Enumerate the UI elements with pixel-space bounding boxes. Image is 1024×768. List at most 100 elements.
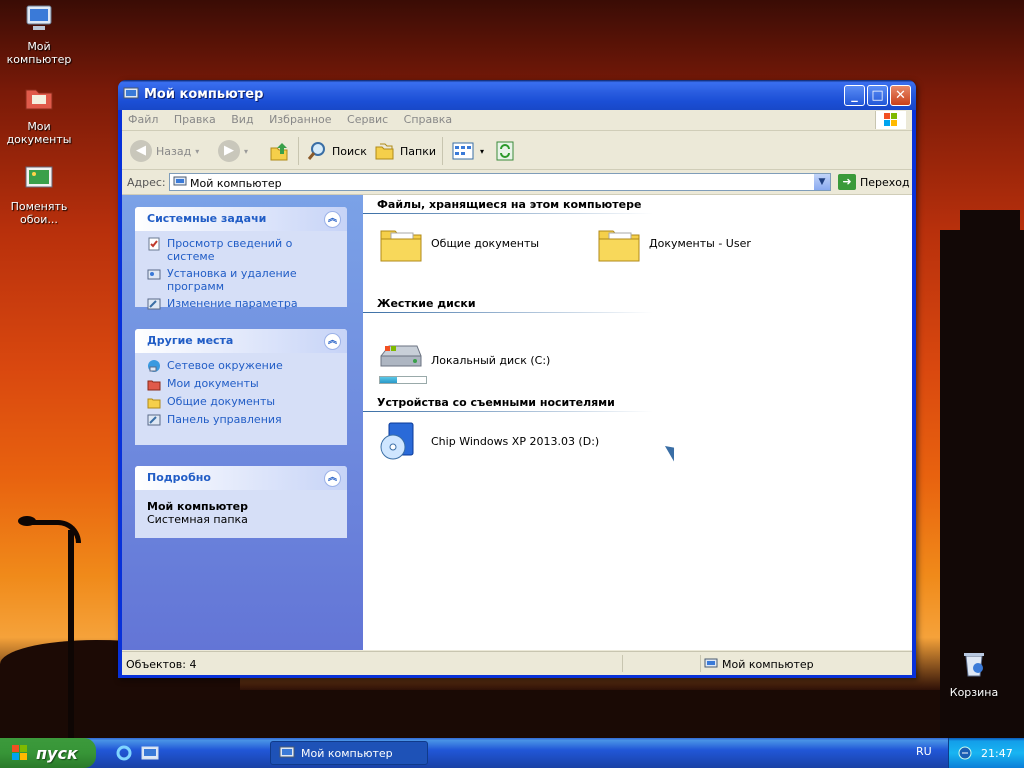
views-button[interactable]: ▾ bbox=[452, 139, 484, 163]
sync-icon bbox=[496, 141, 514, 161]
close-button[interactable]: ✕ bbox=[890, 85, 911, 106]
taskbar: пуск Мой компьютер RU 21:47 bbox=[0, 738, 1024, 768]
system-info-icon bbox=[148, 237, 160, 251]
wallpaper-building-top bbox=[960, 210, 1020, 250]
window-body: Файл Правка Вид Избранное Сервис Справка… bbox=[122, 110, 912, 675]
item-local-disk-c-entry[interactable]: Локальный диск (C:) bbox=[377, 336, 550, 384]
system-tasks-header[interactable]: Системные задачи ︽ bbox=[135, 207, 347, 231]
collapse-icon[interactable]: ︽ bbox=[324, 470, 341, 487]
wallpaper-lamp-head bbox=[18, 516, 36, 526]
search-button[interactable]: Поиск bbox=[306, 139, 367, 163]
up-folder-icon bbox=[270, 143, 288, 161]
desktop-icon-label: Корзина bbox=[949, 686, 999, 699]
item-user-documents[interactable]: Документы - User bbox=[595, 219, 751, 267]
desktop-icon-label: Мой bbox=[27, 40, 51, 53]
show-desktop-icon[interactable] bbox=[141, 745, 159, 761]
go-label: Переход bbox=[860, 175, 910, 189]
folders-icon bbox=[375, 143, 394, 160]
group-divider bbox=[363, 411, 653, 412]
go-button[interactable]: ➜ Переход bbox=[838, 173, 910, 191]
computer-icon bbox=[173, 176, 187, 186]
folders-button[interactable]: Папки bbox=[374, 139, 436, 163]
desktop-icon-change-wallpaper[interactable]: Поменять обои... bbox=[2, 162, 76, 226]
details-panel: Подробно ︽ Мой компьютер Системная папка bbox=[135, 466, 347, 538]
desktop-icon-my-documents[interactable]: Мои документы bbox=[2, 82, 76, 146]
computer-icon bbox=[26, 5, 52, 30]
other-places-header[interactable]: Другие места ︽ bbox=[135, 329, 347, 353]
control-panel-label: Панель управления bbox=[167, 413, 282, 426]
desktop-icon-my-computer[interactable]: Мой компьютер bbox=[2, 2, 76, 66]
group-header-removable: Устройства со съемными носителями bbox=[377, 396, 615, 409]
start-button[interactable]: пуск bbox=[0, 738, 96, 768]
collapse-icon[interactable]: ︽ bbox=[324, 211, 341, 228]
minimize-button[interactable]: _ bbox=[844, 85, 865, 106]
desktop-icon-label: Поменять bbox=[10, 200, 68, 213]
menu-file[interactable]: Файл bbox=[122, 113, 164, 126]
search-icon bbox=[307, 142, 325, 160]
add-remove-programs-icon bbox=[147, 269, 161, 280]
shared-documents-label: Общие документы bbox=[167, 395, 276, 408]
status-separator bbox=[622, 655, 623, 672]
other-places-title: Другие места bbox=[147, 334, 234, 347]
menu-help[interactable]: Справка bbox=[398, 113, 458, 126]
details-header[interactable]: Подробно ︽ bbox=[135, 466, 347, 490]
menu-edit[interactable]: Правка bbox=[168, 113, 222, 126]
item-label: Общие документы bbox=[431, 236, 540, 250]
change-setting-link[interactable]: Изменение параметра bbox=[147, 297, 337, 311]
item-label: Документы - User bbox=[649, 236, 751, 250]
title-bar[interactable]: Мой компьютер _ □ ✕ bbox=[118, 80, 916, 110]
forward-arrow-icon: ▶ bbox=[218, 140, 240, 162]
other-places-panel: Другие места ︽ Сетевое окружение Мои док… bbox=[135, 329, 347, 445]
address-dropdown-button[interactable]: ▼ bbox=[814, 174, 830, 190]
up-folder-button[interactable] bbox=[268, 139, 290, 163]
collapse-icon[interactable]: ︽ bbox=[324, 333, 341, 350]
status-location: Мой компьютер bbox=[704, 657, 814, 671]
address-label: Адрес: bbox=[127, 176, 166, 189]
computer-icon bbox=[279, 746, 295, 758]
shared-documents-link[interactable]: Общие документы bbox=[147, 395, 337, 409]
system-tasks-title: Системные задачи bbox=[147, 212, 267, 225]
address-value: Мой компьютер bbox=[190, 177, 282, 190]
item-shared-documents[interactable]: Общие документы bbox=[377, 219, 539, 267]
cd-drive-icon bbox=[380, 422, 414, 460]
group-header-files: Файлы, хранящиеся на этом компьютере bbox=[377, 198, 642, 211]
menu-favorites[interactable]: Избранное bbox=[263, 113, 337, 126]
language-indicator[interactable]: RU bbox=[916, 745, 932, 758]
add-remove-programs-link[interactable]: Установка и удаление программ bbox=[147, 267, 337, 293]
hard-disk-icon bbox=[380, 345, 422, 367]
volume-icon[interactable] bbox=[957, 745, 973, 761]
my-documents-link[interactable]: Мои документы bbox=[147, 377, 337, 391]
desktop-icon-label: документы bbox=[6, 133, 72, 146]
address-bar: Адрес: Мой компьютер ▼ ➜ Переход bbox=[122, 170, 912, 195]
search-label: Поиск bbox=[332, 144, 367, 158]
desktop-icon-label: обои... bbox=[20, 213, 58, 226]
menu-view[interactable]: Вид bbox=[225, 113, 259, 126]
back-label: Назад bbox=[156, 144, 192, 158]
desktop-icon-label: компьютер bbox=[6, 53, 72, 66]
menu-tools[interactable]: Сервис bbox=[341, 113, 394, 126]
control-panel-link[interactable]: Панель управления bbox=[147, 413, 337, 427]
maximize-button[interactable]: □ bbox=[867, 85, 888, 106]
network-places-link[interactable]: Сетевое окружение bbox=[147, 359, 337, 373]
back-button[interactable]: ◀ Назад ▾ bbox=[130, 139, 199, 163]
address-field[interactable]: Мой компьютер ▼ bbox=[169, 173, 831, 191]
folder-icon bbox=[147, 398, 161, 409]
taskbar-button-my-computer[interactable]: Мой компьютер bbox=[270, 741, 428, 765]
back-arrow-icon: ◀ bbox=[130, 140, 152, 162]
clock[interactable]: 21:47 bbox=[981, 747, 1013, 760]
system-tasks-panel: Системные задачи ︽ Просмотр сведений о с… bbox=[135, 207, 347, 310]
group-divider bbox=[363, 312, 653, 313]
item-cd-drive-d[interactable]: Chip Windows XP 2013.03 (D:) bbox=[377, 417, 599, 465]
network-places-label: Сетевое окружение bbox=[167, 359, 283, 372]
toolbar: ◀ Назад ▾ ▶ ▾ Поиск Папки ▾ bbox=[122, 131, 912, 170]
task-pane: Системные задачи ︽ Просмотр сведений о с… bbox=[122, 195, 363, 650]
documents-folder-icon bbox=[25, 89, 53, 110]
wallpaper-icon bbox=[25, 166, 53, 188]
start-label: пуск bbox=[36, 743, 78, 763]
view-system-info-link[interactable]: Просмотр сведений о системе bbox=[147, 237, 337, 263]
change-setting-label: Изменение параметра bbox=[167, 297, 298, 310]
forward-button[interactable]: ▶ ▾ bbox=[218, 139, 248, 163]
internet-explorer-icon[interactable] bbox=[115, 745, 133, 761]
sync-button[interactable] bbox=[494, 139, 516, 163]
desktop-icon-recycle-bin[interactable]: Корзина bbox=[937, 648, 1011, 699]
